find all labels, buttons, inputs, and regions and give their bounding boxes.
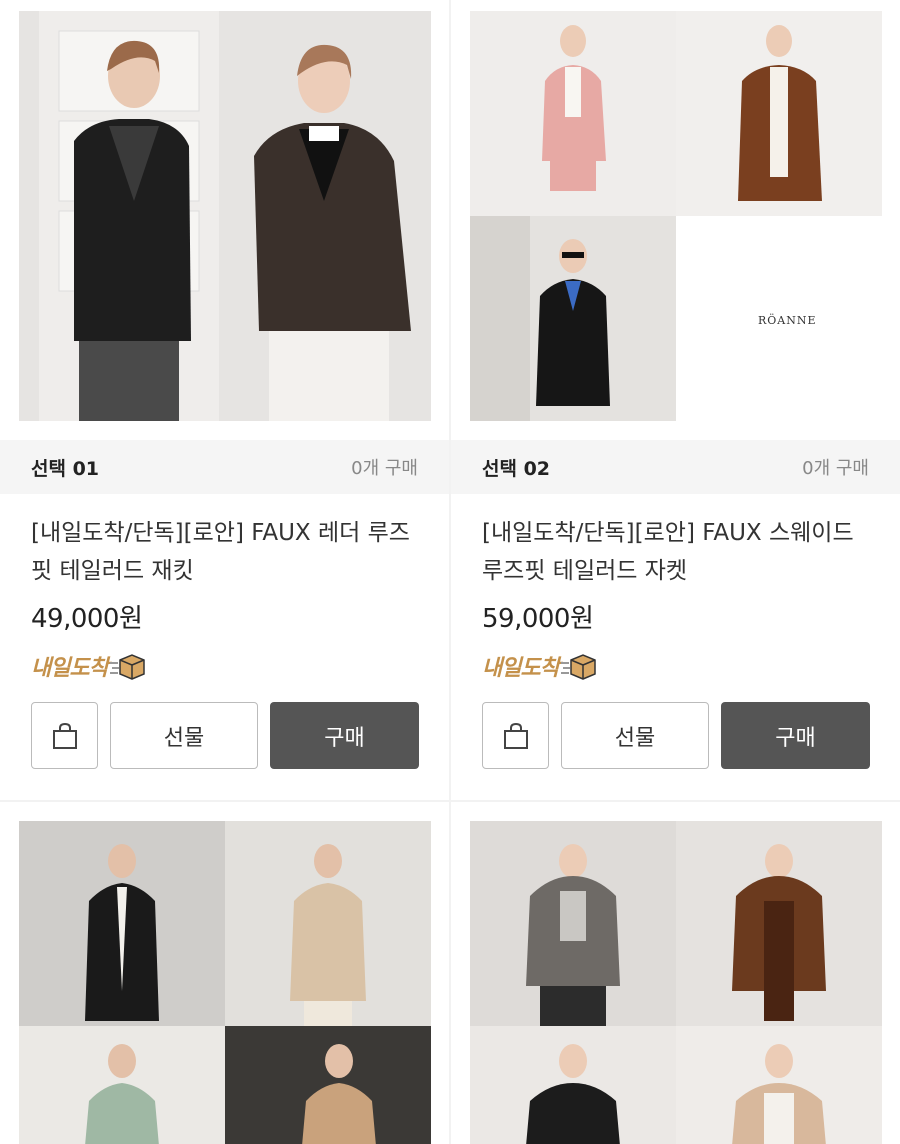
product-name[interactable]: [내일도착/단독][로안] FAUX 레더 루즈핏 테일러드 재킷 [31,514,426,590]
product-name[interactable]: [내일도착/단독][로안] FAUX 스웨이드 루즈핏 테일러드 자켓 [482,514,877,590]
product-card [451,802,900,1144]
purchase-count: 0개 구매 [351,458,418,479]
gift-button[interactable]: 선물 [110,702,258,769]
brand-logo: RÖANNE [758,314,817,327]
shopping-bag-icon [503,722,528,749]
shopping-bag-icon [52,722,77,749]
product-image[interactable]: RÖANNE [470,11,882,421]
product-price: 59,000원 [482,604,594,634]
delivery-box-icon [560,654,596,680]
product-card: RÖANNE 선택 02 0개 구매 [내일도착/단독][로안] FAUX 스웨… [451,0,900,800]
buy-button[interactable]: 구매 [721,702,870,769]
action-buttons: 선물 구매 [482,702,870,769]
add-to-cart-button[interactable] [31,702,98,769]
select-label: 선택 02 [482,457,551,480]
gift-button[interactable]: 선물 [561,702,709,769]
next-day-delivery-badge: 내일도착 [31,650,146,682]
product-image[interactable] [19,821,431,1144]
select-option-bar[interactable]: 선택 01 0개 구매 [0,440,449,494]
product-price: 49,000원 [31,604,143,634]
next-day-delivery-badge: 내일도착 [482,650,597,682]
product-grid: 선택 01 0개 구매 [내일도착/단독][로안] FAUX 레더 루즈핏 테일… [0,0,900,1144]
buy-button[interactable]: 구매 [270,702,419,769]
product-image[interactable] [470,821,882,1144]
product-card [0,802,449,1144]
badge-label: 내일도착 [31,656,109,681]
add-to-cart-button[interactable] [482,702,549,769]
product-image[interactable] [19,11,431,421]
product-card: 선택 01 0개 구매 [내일도착/단독][로안] FAUX 레더 루즈핏 테일… [0,0,449,800]
badge-label: 내일도착 [482,656,560,681]
select-option-bar[interactable]: 선택 02 0개 구매 [451,440,900,494]
select-label: 선택 01 [31,457,100,480]
purchase-count: 0개 구매 [802,458,869,479]
action-buttons: 선물 구매 [31,702,419,769]
delivery-box-icon [109,654,145,680]
